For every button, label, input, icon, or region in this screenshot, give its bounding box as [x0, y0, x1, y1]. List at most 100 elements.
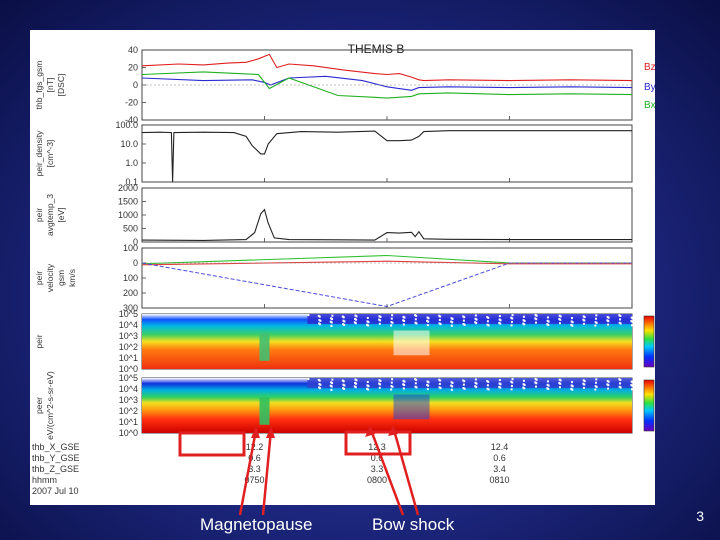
energy-ytick-label: 1500 — [118, 197, 138, 207]
eflux_i-ytick-label: 10^1 — [119, 353, 138, 363]
eflux_e-noise-dot — [366, 384, 369, 387]
fgs-ytick-label: -20 — [125, 98, 138, 108]
eflux_e-noise-dot — [450, 381, 453, 384]
eflux_i-ytick-label: 10^4 — [119, 320, 138, 330]
eflux_i-noise-dot — [329, 320, 332, 323]
eflux_e-noise-dot — [378, 379, 381, 382]
eflux_e-noise-dot — [631, 388, 634, 391]
eflux_i-noise-dot — [618, 314, 621, 317]
eflux_e-noise-dot — [522, 379, 525, 382]
legend-by: By — [644, 82, 655, 93]
eflux_e-noise-dot — [426, 383, 429, 386]
eflux_i-noise-dot — [607, 323, 610, 326]
eflux_e-noise-dot — [534, 381, 537, 384]
eflux_i-noise-dot — [366, 323, 369, 326]
eflux_i-noise-dot — [390, 321, 393, 324]
eflux_e-noise-dot — [414, 378, 417, 381]
eflux_e-noise-dot — [462, 379, 465, 382]
eflux_i-noise-dot — [511, 314, 514, 317]
eflux_i-noise-dot — [606, 315, 609, 318]
eflux_i-noise-dot — [546, 319, 549, 322]
eflux_i-noise-dot — [438, 318, 441, 321]
eflux_i-noise-dot — [570, 323, 573, 326]
eflux_i-noise-dot — [498, 315, 501, 318]
density-ylabel: [cm^-3] — [45, 140, 55, 168]
eflux_i-noise-dot — [498, 321, 501, 324]
velocity-ylabel: km/s — [67, 269, 77, 287]
eflux_e-noise-dot — [594, 381, 597, 384]
eflux_i-noise-dot — [450, 317, 453, 320]
eflux_i-noise-dot — [342, 323, 345, 326]
fgs-series-bz — [141, 53, 633, 82]
xaxis-row-label: thb_Y_GSE — [32, 453, 80, 463]
eflux_e-noise-dot — [498, 379, 501, 382]
eflux_e-noise-dot — [331, 378, 334, 381]
legend-bz: Bz — [644, 62, 655, 73]
eflux_i-noise-dot — [390, 324, 393, 327]
eflux_e-noise-dot — [450, 388, 453, 391]
eflux_e-noise-dot — [414, 385, 417, 388]
velocity-panel-frame — [141, 247, 633, 309]
eflux_e-noise-dot — [402, 379, 405, 382]
eflux_e-noise-dot — [341, 379, 344, 382]
eflux_i-noise-dot — [378, 315, 381, 318]
eflux_e-noise-dot — [342, 383, 345, 386]
energy-ytick-label: 2000 — [118, 183, 138, 193]
eflux_i-ytick-label: 10^2 — [119, 342, 138, 352]
eflux_e-noise-dot — [426, 380, 429, 383]
velocity-series-vz — [141, 262, 632, 308]
eflux_i-noise-dot — [331, 314, 334, 317]
eflux_e-noise-dot — [534, 385, 537, 388]
eflux_i-noise-dot — [618, 321, 621, 324]
eflux_i-noise-dot — [474, 317, 477, 320]
eflux_e-noise-dot — [402, 383, 405, 386]
eflux_i-ytick-label: 10^5 — [119, 309, 138, 319]
eflux_i-noise-dot — [558, 314, 561, 317]
eflux_e-noise-dot — [366, 387, 369, 390]
eflux_i-noise-dot — [354, 317, 357, 320]
xaxis-row-value: 0750 — [244, 475, 264, 485]
eflux_e-noise-dot — [330, 381, 333, 384]
eflux_i-noise-dot — [486, 320, 489, 323]
eflux_e-noise-dot — [378, 386, 381, 389]
eflux_e-noise-dot — [582, 386, 585, 389]
velocity-ytick-label: 100 — [123, 243, 138, 253]
eflux_e-noise-dot — [558, 378, 561, 381]
eflux_i-noise-dot — [594, 317, 597, 320]
eflux_i-noise-dot — [426, 316, 429, 319]
eflux_i-magnetopause-feature — [259, 333, 270, 361]
legend-bx: Bx — [644, 100, 655, 111]
fgs-ytick-label: 0 — [133, 80, 138, 90]
eflux_i-noise-dot — [486, 323, 489, 326]
eflux_i-noise-dot — [462, 319, 465, 322]
eflux_i-noise-dot — [462, 323, 465, 326]
eflux_i-noise-dot — [510, 324, 513, 327]
eflux_e-bowshock-feature — [393, 394, 430, 420]
xaxis-row-value: 3.3 — [371, 464, 384, 474]
eflux_i-noise-dot — [391, 314, 394, 317]
eflux_e-ylabel: eV/(cm^2-s-sr-eV) — [45, 371, 55, 440]
eflux_e-magnetopause-feature — [259, 397, 270, 425]
eflux_e-noise-dot — [450, 384, 453, 387]
eflux_i-noise-dot — [630, 320, 633, 323]
eflux_e-noise-dot — [510, 380, 513, 383]
eflux_i-noise-dot — [510, 316, 513, 319]
eflux_i-noise-dot — [582, 322, 585, 325]
eflux_e-noise-dot — [582, 379, 585, 382]
eflux_i-noise-dot — [414, 318, 417, 321]
fgs-ylabel: [nT] — [45, 78, 55, 93]
eflux_i-noise-dot — [474, 321, 477, 324]
chart-title: THEMIS B — [348, 42, 405, 56]
eflux_i-noise-dot — [594, 321, 597, 324]
eflux_i-noise-dot — [534, 314, 537, 316]
eflux_i-noise-dot — [582, 315, 585, 318]
themis-figure: THEMIS B thb_fgs_gsm [nT] [DSC] peir_densit… — [30, 30, 672, 505]
eflux_i-noise-dot — [619, 318, 622, 321]
eflux_e-noise-dot — [594, 385, 597, 388]
eflux_i-noise-dot — [318, 319, 321, 322]
eflux_e-noise-dot — [618, 385, 621, 388]
eflux_i-noise-dot — [522, 322, 525, 325]
eflux_e-noise-dot — [618, 378, 621, 381]
eflux_i-noise-dot — [546, 316, 549, 319]
eflux_e-noise-dot — [510, 384, 513, 387]
